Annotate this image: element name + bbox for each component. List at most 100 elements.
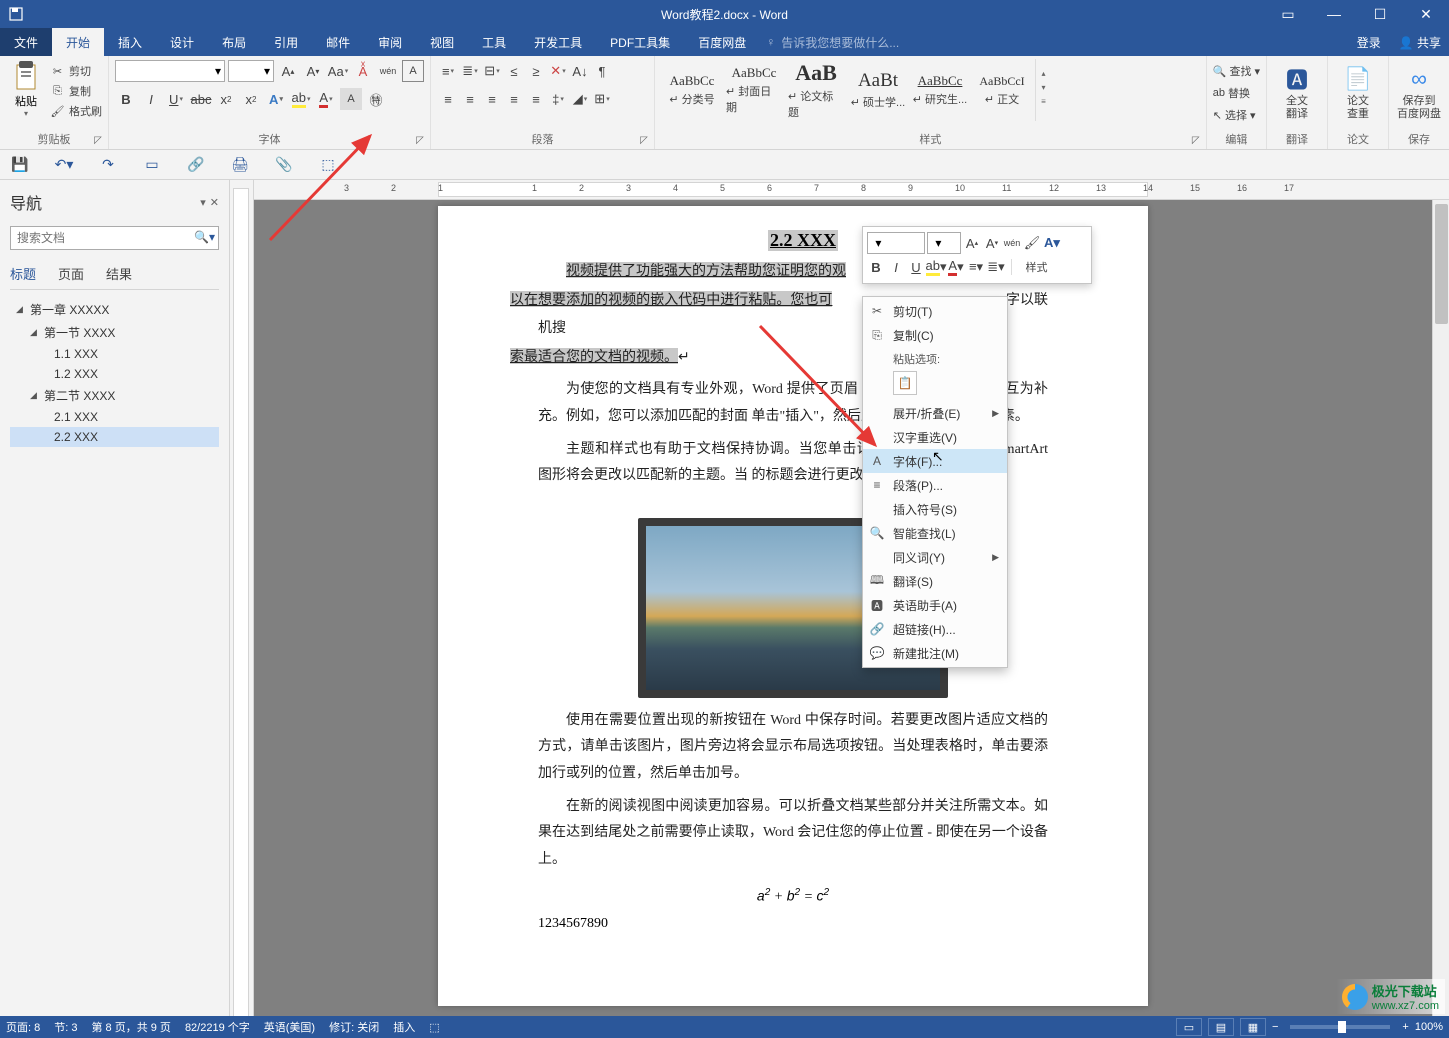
qat-icon[interactable]: 🖨 (228, 153, 252, 177)
mini-numbering-icon[interactable]: ≣▾ (987, 256, 1005, 278)
bold-button[interactable]: B (115, 88, 137, 110)
nav-search[interactable]: 🔍▾ (10, 226, 219, 250)
ctx-translate[interactable]: 🕮翻译(S) (863, 569, 1007, 593)
mini-format-painter-icon[interactable]: 🖌 (1023, 232, 1041, 254)
document-page[interactable]: 2.2 XXX 视频提供了功能强大的方法帮助您证明您的观 以在想要添加的视频的嵌… (438, 206, 1148, 1006)
qat-icon[interactable]: 📎 (272, 153, 296, 177)
highlight-icon[interactable]: ab▾ (290, 88, 312, 110)
styles-more-button[interactable]: ▴▾≡ (1035, 59, 1051, 121)
style-item[interactable]: AaBbCcI↵ 正文 (971, 59, 1033, 121)
status-language[interactable]: 英语(美国) (264, 1019, 315, 1035)
zoom-level[interactable]: 100% (1415, 1021, 1443, 1033)
cut-button[interactable]: ✂剪切 (50, 61, 102, 81)
close-button[interactable]: ✕ (1403, 0, 1449, 28)
nav-tab-results[interactable]: 结果 (106, 264, 132, 283)
style-item[interactable]: AaBbCc↵ 分类号 (661, 59, 723, 121)
mini-italic-icon[interactable]: I (887, 256, 905, 278)
tab-insert[interactable]: 插入 (104, 28, 156, 56)
superscript-button[interactable]: x2 (240, 88, 262, 110)
maximize-button[interactable]: ☐ (1357, 0, 1403, 28)
change-case-icon[interactable]: Aa▾ (327, 60, 349, 82)
align-right-icon[interactable]: ≡ (481, 88, 503, 110)
ctx-eng-assist[interactable]: 🅰英语助手(A) (863, 593, 1007, 617)
format-painter-button[interactable]: 🖌格式刷 (50, 101, 102, 121)
replace-button[interactable]: ab替换 (1213, 83, 1260, 103)
nav-node[interactable]: 1.2 XXX (10, 364, 219, 384)
mini-grow-font-icon[interactable]: A▴ (963, 232, 981, 254)
find-button[interactable]: 🔍查找▾ (1213, 61, 1260, 81)
align-center-icon[interactable]: ≡ (459, 88, 481, 110)
paper-check-button[interactable]: 📄 论文查重 (1334, 59, 1382, 121)
underline-button[interactable]: U▾ (165, 88, 187, 110)
ctx-font[interactable]: A字体(F)... (863, 449, 1007, 473)
tab-baidu[interactable]: 百度网盘 (684, 28, 760, 56)
font-launcher-icon[interactable]: ◸ (413, 133, 427, 147)
ctx-hyperlink[interactable]: 🔗超链接(H)... (863, 617, 1007, 641)
style-item[interactable]: AaB↵ 论文标题 (785, 59, 847, 121)
tab-home[interactable]: 开始 (52, 28, 104, 56)
paragraph-launcher-icon[interactable]: ◸ (637, 133, 651, 147)
share-button[interactable]: 👤 共享 (1399, 34, 1441, 51)
italic-button[interactable]: I (140, 88, 162, 110)
ctx-smart-lookup[interactable]: 🔍智能查找(L) (863, 521, 1007, 545)
style-item[interactable]: AaBbCc↵ 研究生... (909, 59, 971, 121)
status-track[interactable]: 修订: 关闭 (329, 1019, 379, 1035)
nav-close-icon[interactable]: ✕ (210, 196, 219, 209)
font-size-combo[interactable]: ▾ (228, 60, 274, 82)
status-section[interactable]: 节: 3 (54, 1019, 77, 1035)
tab-tools[interactable]: 工具 (468, 28, 520, 56)
tab-design[interactable]: 设计 (156, 28, 208, 56)
tab-pdf[interactable]: PDF工具集 (596, 28, 684, 56)
show-marks-icon[interactable]: ¶ (591, 60, 613, 82)
horizontal-ruler[interactable]: 3211234567891011121314151617 (254, 180, 1449, 200)
search-icon[interactable]: 🔍▾ (194, 230, 215, 244)
tab-references[interactable]: 引用 (260, 28, 312, 56)
vertical-ruler[interactable] (230, 180, 254, 1016)
scroll-thumb[interactable] (1435, 204, 1448, 324)
styles-gallery[interactable]: AaBbCc↵ 分类号 AaBbCc↵ 封面日期 AaB↵ 论文标题 AaBt↵… (661, 59, 1051, 121)
vertical-scrollbar[interactable] (1432, 200, 1449, 1016)
status-extra-icon[interactable]: ⬚ (429, 1021, 439, 1034)
tab-mailings[interactable]: 邮件 (312, 28, 364, 56)
paste-button[interactable]: 粘贴 ▾ (6, 59, 46, 118)
mini-phonetic-icon[interactable]: wén (1003, 232, 1021, 254)
zoom-out-icon[interactable]: − (1272, 1021, 1278, 1033)
qat-icon[interactable]: 🔗 (184, 153, 208, 177)
mini-shrink-font-icon[interactable]: A▾ (983, 232, 1001, 254)
style-item[interactable]: AaBt↵ 硕士学... (847, 59, 909, 121)
ctx-copy[interactable]: ⎘复制(C) (863, 323, 1007, 347)
shading-icon[interactable]: ◢▾ (569, 88, 591, 110)
mini-font-combo[interactable]: ▾ (867, 232, 925, 254)
nav-node[interactable]: ◢第二节 XXXX (10, 384, 219, 407)
mini-font-color-icon[interactable]: A▾ (947, 256, 965, 278)
search-input[interactable] (10, 226, 219, 250)
text-effects-icon[interactable]: A▾ (265, 88, 287, 110)
copy-button[interactable]: ⎘复制 (50, 81, 102, 101)
phonetic-guide-icon[interactable]: wén (377, 60, 399, 82)
full-translate-button[interactable]: 🅰 全文翻译 (1273, 59, 1321, 121)
qat-icon[interactable]: ▭ (140, 153, 164, 177)
mini-bullets-icon[interactable]: ≡▾ (967, 256, 985, 278)
status-page-of[interactable]: 第 8 页，共 9 页 (91, 1019, 170, 1035)
subscript-button[interactable]: x2 (215, 88, 237, 110)
bullet-list-icon[interactable]: ≡▾ (437, 60, 459, 82)
read-mode-icon[interactable]: ▭ (1176, 1018, 1202, 1036)
ctx-new-comment[interactable]: 💬新建批注(M) (863, 641, 1007, 665)
enclose-char-icon[interactable]: ㊕ (365, 88, 387, 110)
mini-styles-icon[interactable]: A▾ (1043, 232, 1061, 254)
paste-keep-source-icon[interactable]: 📋 (893, 371, 917, 395)
clear-format-icon[interactable]: Aͯ (352, 60, 374, 82)
nav-node-selected[interactable]: 2.2 XXX (10, 427, 219, 447)
tab-layout[interactable]: 布局 (208, 28, 260, 56)
multilevel-list-icon[interactable]: ⊟▾ (481, 60, 503, 82)
tab-developer[interactable]: 开发工具 (520, 28, 596, 56)
char-shading-icon[interactable]: A (340, 88, 362, 110)
font-name-combo[interactable]: ▾ (115, 60, 225, 82)
grow-font-icon[interactable]: A▴ (277, 60, 299, 82)
shrink-font-icon[interactable]: A▾ (302, 60, 324, 82)
nav-node[interactable]: 1.1 XXX (10, 344, 219, 364)
print-layout-icon[interactable]: ▤ (1208, 1018, 1234, 1036)
char-border-icon[interactable]: A (402, 60, 424, 82)
qat-icon[interactable]: ⬚ (316, 153, 340, 177)
status-insert[interactable]: 插入 (393, 1019, 415, 1035)
